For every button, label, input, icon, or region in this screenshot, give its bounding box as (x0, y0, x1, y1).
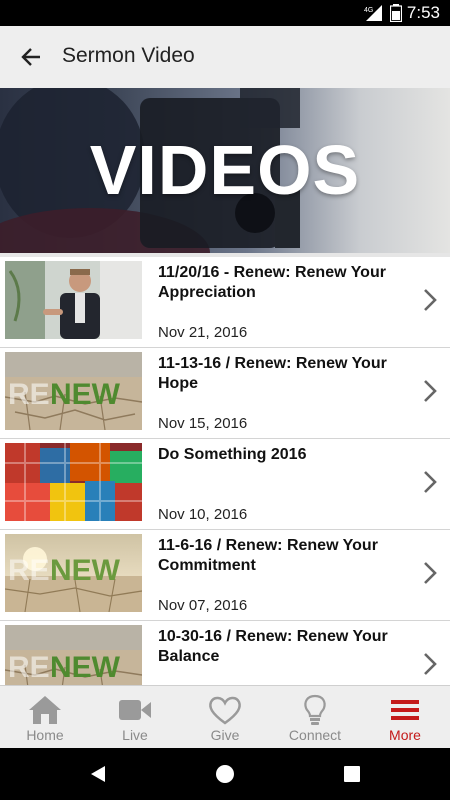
home-icon (29, 696, 61, 724)
sermon-title: 11-6-16 / Renew: Renew Your Commitment (158, 537, 378, 574)
chevron-right-icon (424, 653, 437, 675)
videos-banner: VIDEOS (0, 88, 450, 253)
tab-label: Give (210, 727, 240, 743)
arrow-back-icon (21, 48, 40, 66)
tab-label: More (389, 727, 421, 743)
nav-home-icon[interactable] (215, 764, 235, 784)
sermon-list[interactable]: 11/20/16 - Renew: Renew Your Appreciatio… (0, 257, 450, 685)
chevron-right-icon (424, 562, 437, 584)
sermon-thumbnail (5, 261, 142, 339)
list-item[interactable]: RE NEW 11-6-16 / Renew: Renew Your Commi… (0, 530, 450, 621)
chevron-right-icon (424, 380, 437, 402)
tab-give[interactable]: Give (180, 686, 270, 749)
sermon-date: Nov 07, 2016 (158, 597, 248, 614)
system-nav-bar (0, 748, 450, 800)
page-title: Sermon Video (62, 44, 195, 67)
chevron-right-icon (424, 289, 437, 311)
tab-label: Live (122, 727, 148, 743)
heart-icon (209, 696, 241, 725)
sermon-title: 11/20/16 - Renew: Renew Your Appreciatio… (158, 264, 386, 301)
back-button[interactable] (14, 42, 48, 72)
svg-text:4G: 4G (364, 7, 373, 14)
chevron-right-icon (424, 471, 437, 493)
sermon-title: 10-30-16 / Renew: Renew Your Balance (158, 628, 388, 665)
svg-text:NEW: NEW (50, 651, 121, 684)
tab-connect[interactable]: Connect (270, 686, 360, 749)
sermon-title: Do Something 2016 (158, 446, 307, 463)
lightbulb-icon (304, 694, 326, 725)
tab-label: Connect (288, 727, 342, 743)
bottom-tab-bar: Home Live Give Connect More (0, 685, 450, 749)
sermon-title: 11-13-16 / Renew: Renew Your Hope (158, 355, 387, 392)
nav-back-icon[interactable] (88, 764, 108, 784)
tab-live[interactable]: Live (90, 686, 180, 749)
svg-text:RE: RE (8, 554, 50, 587)
tab-home[interactable]: Home (0, 686, 90, 749)
sermon-thumbnail: RE NEW (5, 352, 142, 430)
sermon-date: Nov 15, 2016 (158, 415, 248, 432)
svg-text:NEW: NEW (50, 554, 121, 587)
signal-icon: 4G (364, 5, 382, 21)
sermon-thumbnail: RE NEW (5, 625, 142, 685)
sermon-date: Nov 10, 2016 (158, 506, 248, 523)
list-item[interactable]: RE NEW 11-13-16 / Renew: Renew Your Hope… (0, 348, 450, 439)
svg-text:RE: RE (8, 651, 50, 684)
list-item[interactable]: Do Something 2016 Nov 10, 2016 (0, 439, 450, 530)
menu-icon (391, 700, 419, 720)
list-item[interactable]: 11/20/16 - Renew: Renew Your Appreciatio… (0, 257, 450, 348)
battery-icon (390, 4, 402, 22)
svg-text:RE: RE (8, 378, 50, 411)
status-bar: 4G 7:53 (0, 0, 450, 26)
nav-recents-icon[interactable] (343, 765, 361, 783)
clock: 7:53 (406, 3, 440, 22)
tab-label: Home (26, 727, 64, 743)
video-camera-icon (119, 700, 151, 720)
sermon-thumbnail: RE NEW (5, 534, 142, 612)
banner-title: VIDEOS (89, 131, 361, 209)
app-bar: Sermon Video (0, 26, 450, 88)
sermon-date: Nov 21, 2016 (158, 324, 248, 341)
list-item[interactable]: RE NEW 10-30-16 / Renew: Renew Your Bala… (0, 621, 450, 685)
sermon-thumbnail (5, 443, 142, 521)
svg-text:NEW: NEW (50, 378, 121, 411)
tab-more[interactable]: More (360, 686, 450, 749)
